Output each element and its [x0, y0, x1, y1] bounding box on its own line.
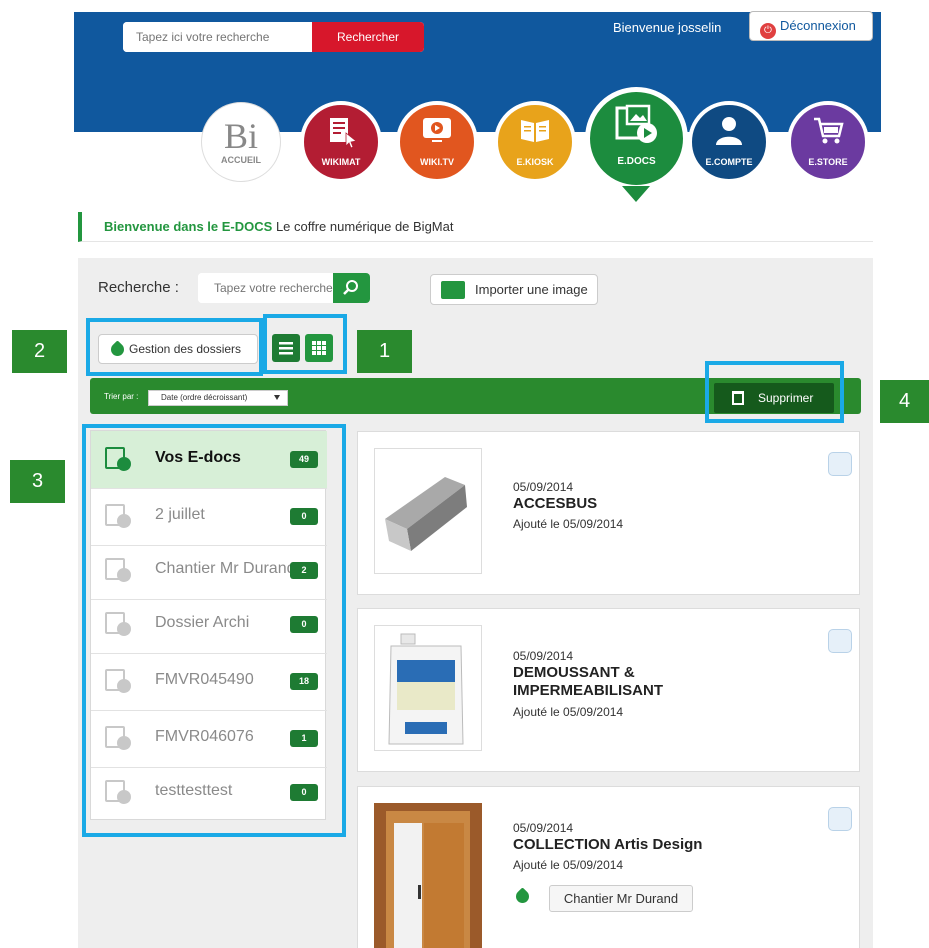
document-cursor-icon	[330, 118, 357, 149]
search-label: Recherche :	[98, 279, 179, 296]
document-folder-tag[interactable]: Chantier Mr Durand	[549, 885, 693, 912]
document-title: ACCESBUS	[513, 495, 598, 512]
open-book-icon	[521, 120, 549, 142]
dropdown-caret-icon	[274, 395, 280, 400]
callout-badge: 1	[357, 330, 412, 373]
panel-search	[198, 273, 370, 303]
nav-label: E.COMPTE	[705, 157, 753, 167]
home-logo: Bi	[223, 116, 259, 156]
document-checkbox[interactable]	[828, 629, 852, 653]
highlight-box-1	[263, 314, 347, 374]
product-image	[374, 803, 482, 948]
product-image	[388, 633, 464, 745]
nav-estore[interactable]: E.STORE	[787, 101, 869, 183]
user-icon	[716, 117, 742, 145]
import-image-button[interactable]: Importer une image	[430, 274, 598, 305]
image-upload-icon	[441, 281, 465, 299]
banner-text: Le coffre numérique de BigMat	[272, 219, 454, 234]
document-added: Ajouté le 05/09/2014	[513, 517, 624, 531]
panel-search-input[interactable]	[198, 273, 334, 303]
document-checkbox[interactable]	[828, 807, 852, 831]
document-thumbnail	[374, 803, 482, 948]
document-card[interactable]: 05/09/2014 ACCESBUS Ajouté le 05/09/2014	[357, 431, 860, 595]
document-added: Ajouté le 05/09/2014	[513, 858, 624, 872]
sort-value: Date (ordre décroissant)	[161, 393, 248, 402]
logout-button[interactable]: ⏻ Déconnexion	[749, 11, 873, 41]
active-pointer	[622, 186, 650, 202]
nav-ecompte[interactable]: E.COMPTE	[688, 101, 770, 183]
callout-badge: 4	[880, 380, 929, 423]
search-icon	[343, 280, 358, 295]
callout-badge: 2	[12, 330, 67, 373]
document-thumbnail	[374, 448, 482, 574]
welcome-banner: Bienvenue dans le E-DOCS Le coffre numér…	[78, 212, 873, 242]
nav-label: E.DOCS	[617, 156, 656, 167]
document-title: COLLECTION Artis Design	[513, 836, 703, 853]
welcome-text: Bienvenue josselin	[613, 20, 722, 35]
nav-wikimat[interactable]: WIKIMAT	[300, 101, 382, 183]
panel-search-button[interactable]	[333, 273, 370, 303]
sort-label: Trier par :	[104, 392, 139, 401]
document-added: Ajouté le 05/09/2014	[513, 705, 624, 719]
nav-label: ACCUEIL	[221, 155, 261, 165]
logout-label: Déconnexion	[780, 18, 856, 33]
document-card[interactable]: 05/09/2014 DEMOUSSANT & IMPERMEABILISANT…	[357, 608, 860, 772]
banner-highlight: Bienvenue dans le E-DOCS	[104, 219, 273, 234]
callout-badge: 3	[10, 460, 65, 503]
top-search: Rechercher	[123, 22, 424, 52]
tag-icon	[513, 887, 532, 906]
nav-label: WIKIMAT	[321, 157, 361, 167]
nav-wikitv[interactable]: WIKI.TV	[396, 101, 478, 183]
nav-label: E.KIOSK	[516, 157, 554, 167]
film-image-icon	[615, 104, 657, 143]
screen: Rechercher Bienvenue josselin ⏻ Déconnexi…	[0, 0, 929, 948]
document-date: 05/09/2014	[513, 480, 574, 494]
nav-label: E.STORE	[808, 157, 848, 167]
document-date: 05/09/2014	[513, 649, 574, 663]
nav-accueil[interactable]: Bi ACCUEIL	[201, 102, 281, 182]
document-checkbox[interactable]	[828, 452, 852, 476]
highlight-box-2	[86, 318, 263, 376]
document-date: 05/09/2014	[513, 821, 574, 835]
cart-icon	[814, 117, 844, 144]
highlight-box-3	[82, 424, 346, 837]
document-title: DEMOUSSANT & IMPERMEABILISANT	[513, 664, 663, 699]
nav-edocs[interactable]: E.DOCS	[585, 87, 688, 190]
document-thumbnail	[374, 625, 482, 751]
top-search-input[interactable]	[123, 22, 313, 52]
nav-ekiosk[interactable]: E.KIOSK	[494, 101, 576, 183]
sort-select[interactable]: Date (ordre décroissant)	[148, 390, 288, 406]
highlight-box-4	[705, 361, 844, 423]
play-screen-icon	[423, 118, 451, 142]
product-image	[385, 477, 467, 551]
search-button[interactable]: Rechercher	[312, 22, 424, 52]
power-icon: ⏻	[760, 23, 776, 39]
nav-label: WIKI.TV	[420, 157, 454, 167]
import-label: Importer une image	[475, 282, 588, 297]
document-card[interactable]: 05/09/2014 COLLECTION Artis Design Ajout…	[357, 786, 860, 948]
